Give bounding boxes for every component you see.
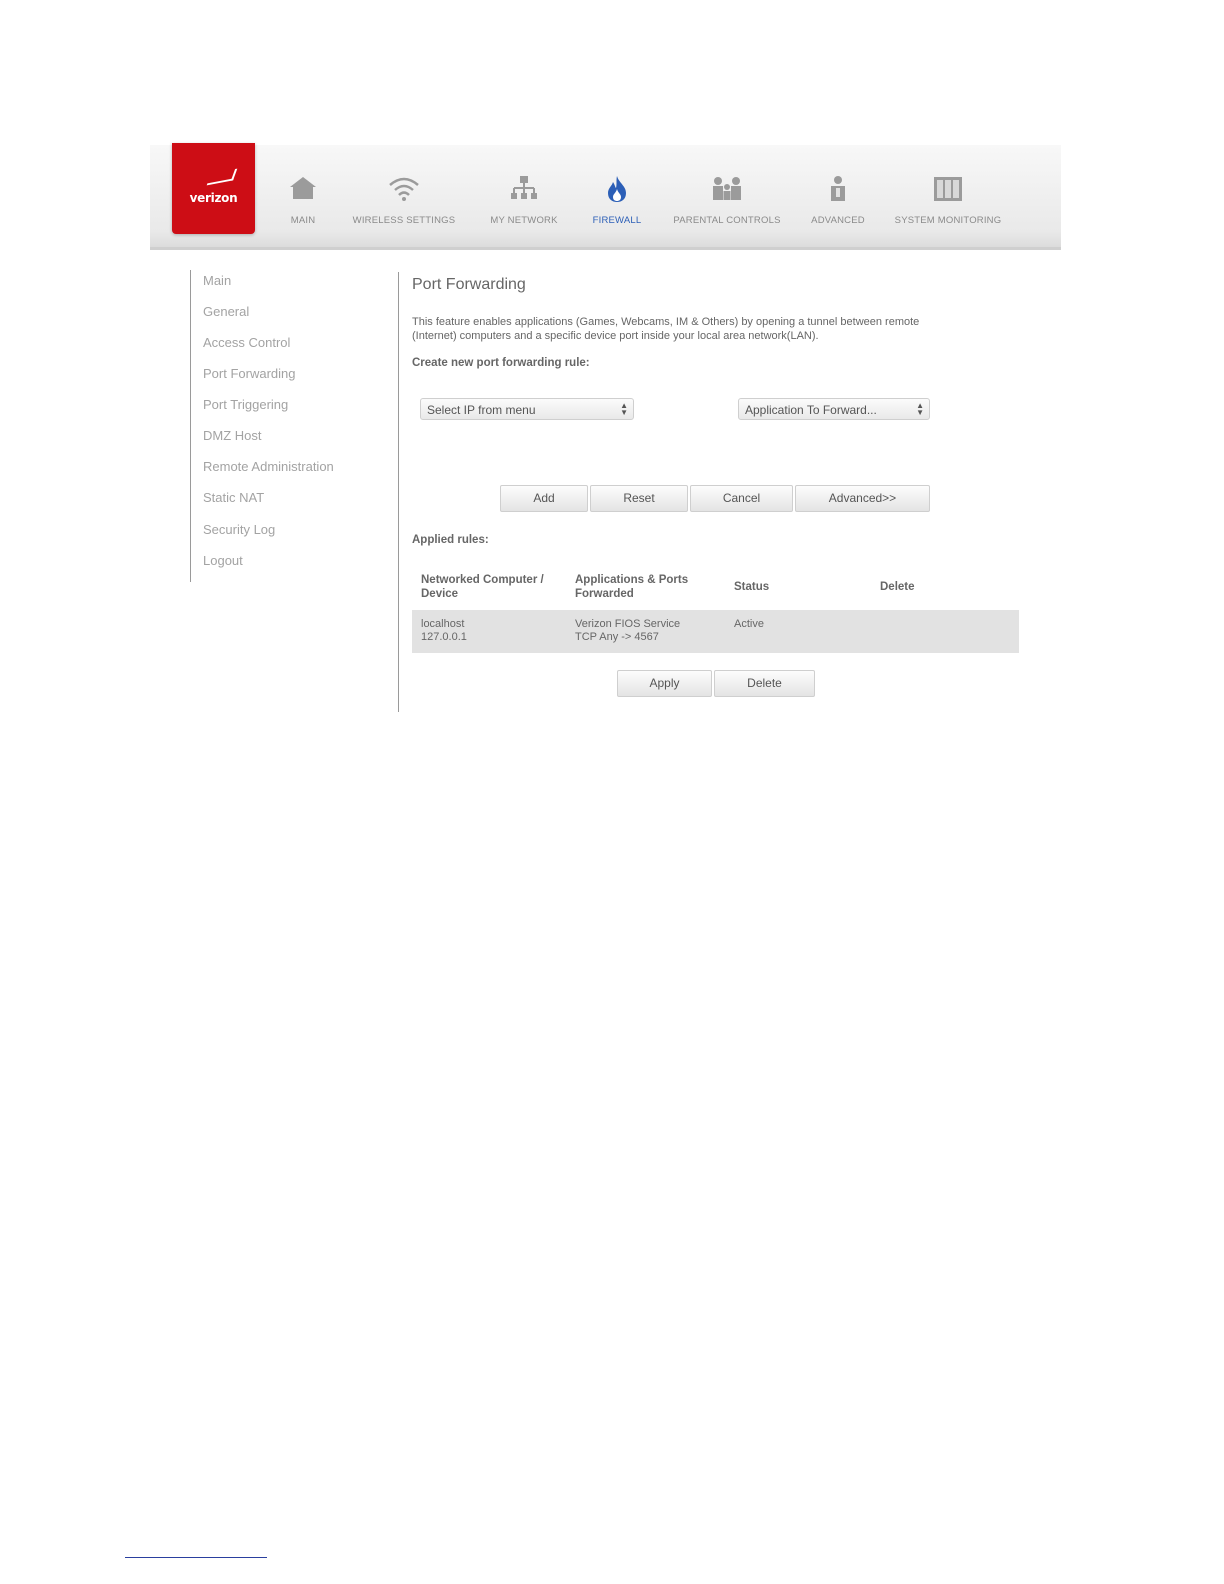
sidebar-item-static-nat[interactable]: Static NAT (203, 490, 264, 505)
ip-select[interactable]: Select IP from menu ▲ ▼ (420, 398, 634, 420)
nav-item-advanced[interactable]: ADVANCED (778, 171, 898, 231)
nav-label: SYSTEM MONITORING (894, 215, 1002, 226)
ip-select-value: Select IP from menu (427, 403, 536, 417)
reset-button[interactable]: Reset (590, 485, 688, 512)
apply-button[interactable]: Apply (617, 670, 712, 697)
sidebar-item-port-triggering[interactable]: Port Triggering (203, 397, 288, 412)
sidebar-item-main[interactable]: Main (203, 273, 231, 288)
page-title: Port Forwarding (412, 276, 526, 293)
cancel-button[interactable]: Cancel (690, 485, 793, 512)
nav-label: FIREWALL (592, 215, 642, 226)
device-name: localhost (421, 618, 465, 630)
flame-icon (608, 176, 626, 202)
sidebar-item-general[interactable]: General (203, 304, 249, 319)
page-description: This feature enables applications (Games… (412, 315, 1012, 343)
application-name: Verizon FIOS Service (575, 618, 681, 630)
advanced-button[interactable]: Advanced>> (795, 485, 930, 512)
col-header-device: Networked Computer / Device (421, 574, 544, 600)
sidebar-item-remote-administration[interactable]: Remote Administration (203, 459, 334, 474)
wifi-icon (389, 177, 419, 201)
sidebar-item-logout[interactable]: Logout (203, 553, 243, 568)
application-select[interactable]: Application To Forward... ▲ ▼ (738, 398, 930, 420)
application-ports: TCP Any -> 4567 (575, 631, 659, 643)
delete-button[interactable]: Delete (714, 670, 815, 697)
application-select-value: Application To Forward... (745, 403, 877, 417)
advanced-icon (831, 176, 845, 201)
description-line: This feature enables applications (Games… (412, 316, 920, 328)
sidebar-divider (190, 270, 191, 582)
select-arrows-icon: ▲ ▼ (620, 401, 628, 417)
col-header-delete: Delete (880, 581, 915, 593)
col-header-status: Status (734, 581, 770, 593)
sidebar-item-dmz-host[interactable]: DMZ Host (203, 428, 262, 443)
network-icon (511, 176, 537, 199)
add-button[interactable]: Add (500, 485, 588, 512)
nav-item-firewall[interactable]: FIREWALL (557, 171, 677, 231)
col-header-applications: Applications & Ports Forwarded (575, 574, 689, 600)
cell-application: Verizon FIOS Service TCP Any -> 4567 (575, 618, 680, 644)
device-ip: 127.0.0.1 (421, 631, 467, 643)
content-divider (398, 272, 399, 712)
main-nav: MAIN WIRELESS SETTINGS MY NETWORK FIREWA… (150, 145, 1061, 245)
top-nav-bar: verizon MAIN WIRELESS SETTINGS MY NETWOR… (150, 143, 1061, 250)
table-row[interactable] (412, 610, 1019, 653)
sidebar-item-port-forwarding[interactable]: Port Forwarding (203, 366, 295, 381)
nav-item-parental-controls[interactable]: PARENTAL CONTROLS (667, 171, 787, 231)
cell-status: Active (734, 618, 764, 630)
sidebar-item-access-control[interactable]: Access Control (203, 335, 290, 350)
sidebar-item-security-log[interactable]: Security Log (203, 522, 275, 537)
cell-device: localhost 127.0.0.1 (421, 618, 467, 644)
select-arrows-icon: ▲ ▼ (916, 401, 924, 417)
router-admin-frame: verizon MAIN WIRELESS SETTINGS MY NETWOR… (150, 143, 1061, 725)
nav-label: WIRELESS SETTINGS (352, 215, 456, 226)
nav-item-wireless-settings[interactable]: WIRELESS SETTINGS (344, 171, 464, 231)
create-rule-heading: Create new port forwarding rule: (412, 357, 590, 369)
description-line: (Internet) computers and a specific devi… (412, 330, 819, 342)
applied-rules-heading: Applied rules: (412, 534, 489, 546)
nav-label: PARENTAL CONTROLS (673, 215, 781, 226)
nav-label: ADVANCED (811, 215, 865, 226)
parental-icon (713, 177, 741, 200)
nav-item-system-monitoring[interactable]: SYSTEM MONITORING (888, 171, 1008, 231)
footnote-separator (125, 1557, 267, 1558)
monitor-icon (934, 177, 962, 201)
home-icon (290, 177, 316, 199)
